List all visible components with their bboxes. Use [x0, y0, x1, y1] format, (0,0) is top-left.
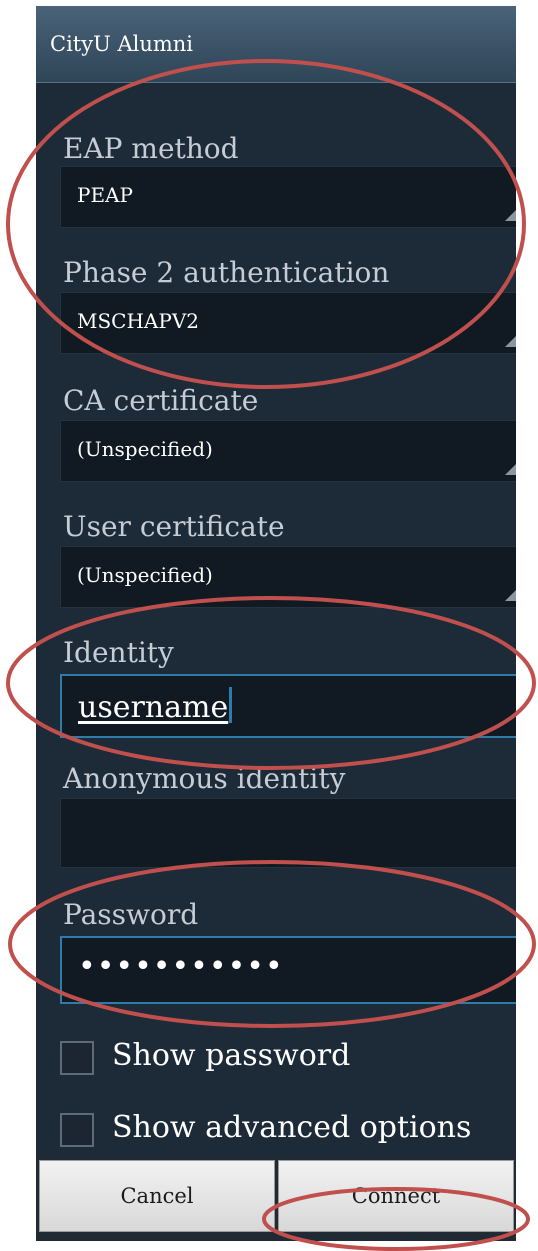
ca-certificate-label: CA certificate [63, 384, 259, 417]
show-advanced-checkbox[interactable] [60, 1113, 94, 1147]
text-caret [229, 687, 233, 723]
user-certificate-label: User certificate [63, 510, 285, 543]
show-password-label: Show password [112, 1038, 351, 1073]
cancel-button[interactable]: Cancel [39, 1160, 275, 1232]
identity-value: username [78, 690, 229, 725]
anonymous-identity-label: Anonymous identity [63, 762, 346, 795]
button-bar: Cancel Connect [36, 1154, 516, 1241]
eap-method-dropdown[interactable]: PEAP [60, 166, 516, 228]
dialog-title: CityU Alumni [50, 32, 194, 56]
dropdown-arrow-icon [505, 463, 516, 475]
password-label: Password [63, 898, 199, 931]
wifi-config-dialog: CityU Alumni EAP method PEAP Phase 2 aut… [36, 6, 516, 1241]
phase2-auth-label: Phase 2 authentication [63, 256, 390, 289]
dropdown-arrow-icon [505, 209, 516, 221]
identity-label: Identity [63, 636, 174, 669]
user-certificate-dropdown[interactable]: (Unspecified) [60, 546, 516, 608]
anonymous-identity-input[interactable] [60, 798, 516, 868]
phase2-auth-dropdown[interactable]: MSCHAPV2 [60, 292, 516, 354]
phase2-auth-value: MSCHAPV2 [77, 309, 199, 333]
dialog-title-bar: CityU Alumni [36, 6, 516, 83]
show-advanced-label: Show advanced options [112, 1110, 472, 1145]
identity-input[interactable]: username [60, 674, 516, 738]
ca-certificate-dropdown[interactable]: (Unspecified) [60, 420, 516, 482]
eap-method-value: PEAP [77, 183, 133, 207]
connect-button[interactable]: Connect [278, 1160, 514, 1232]
user-certificate-value: (Unspecified) [77, 563, 213, 587]
identity-value-wrap: username [78, 687, 233, 725]
password-value: ••••••••••• [78, 949, 284, 984]
password-input[interactable]: ••••••••••• [60, 936, 516, 1004]
eap-method-label: EAP method [63, 132, 239, 165]
dropdown-arrow-icon [505, 589, 516, 601]
ca-certificate-value: (Unspecified) [77, 437, 213, 461]
dropdown-arrow-icon [505, 335, 516, 347]
show-password-checkbox[interactable] [60, 1041, 94, 1075]
